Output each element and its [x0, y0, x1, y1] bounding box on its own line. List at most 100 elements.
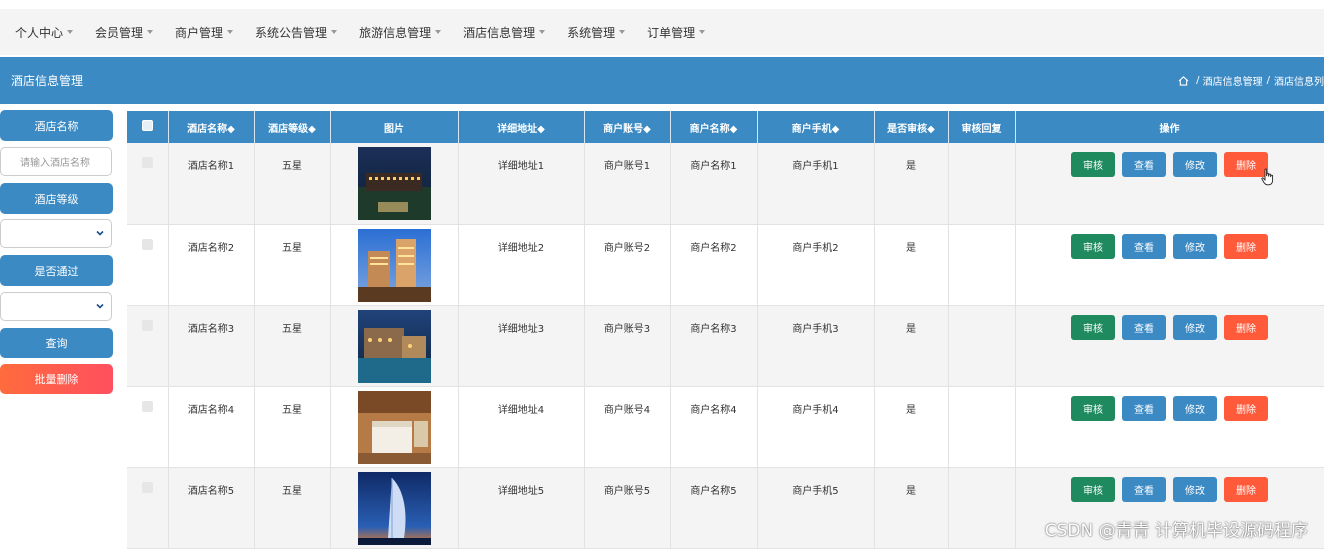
table-header-row: 酒店名称◆ 酒店等级◆ 图片 详细地址◆ 商户账号◆ 商户名称◆ 商户手机◆ 是…	[127, 111, 1324, 143]
batch-delete-button[interactable]: 批量删除	[0, 364, 113, 394]
row-checkbox[interactable]	[142, 482, 153, 493]
audit-button[interactable]: 审核	[1071, 152, 1115, 177]
image-cell	[330, 143, 458, 224]
select-all-cell	[127, 111, 168, 143]
edit-button[interactable]: 修改	[1173, 315, 1217, 340]
hotel-name-input[interactable]: 请输入酒店名称	[0, 147, 112, 176]
nav-item-personal-center[interactable]: 个人中心	[15, 24, 73, 41]
breadcrumb-item[interactable]: 酒店信息管理	[1203, 73, 1263, 88]
row-actions: 审核查看修改删除	[1016, 477, 1324, 502]
delete-button[interactable]: 删除	[1224, 315, 1268, 340]
nav-item-system-management[interactable]: 系统管理	[567, 24, 625, 41]
column-header[interactable]: 酒店等级◆	[254, 111, 330, 143]
nav-item-label: 旅游信息管理	[359, 24, 431, 41]
hotel-level-select[interactable]	[0, 219, 112, 248]
actions-cell: 审核查看修改删除	[1015, 305, 1324, 386]
caret-down-icon	[67, 30, 73, 34]
nav-item-announcement-management[interactable]: 系统公告管理	[255, 24, 337, 41]
column-header[interactable]: 详细地址◆	[458, 111, 584, 143]
hotel-thumbnail[interactable]	[358, 229, 431, 302]
edit-button[interactable]: 修改	[1173, 234, 1217, 259]
address-cell: 详细地址3	[458, 305, 584, 386]
row-actions: 审核查看修改删除	[1016, 396, 1324, 421]
select-all-checkbox[interactable]	[142, 120, 153, 131]
audit-button[interactable]: 审核	[1071, 315, 1115, 340]
breadcrumb-sep: /	[1193, 75, 1203, 86]
view-button[interactable]: 查看	[1122, 152, 1166, 177]
table-row: 酒店名称4五星详细地址4商户账号4商户名称4商户手机4是审核查看修改删除	[127, 386, 1324, 467]
row-actions: 审核查看修改删除	[1016, 234, 1324, 259]
view-button[interactable]: 查看	[1122, 315, 1166, 340]
edit-button[interactable]: 修改	[1173, 396, 1217, 421]
hotel-name-cell: 酒店名称4	[168, 386, 254, 467]
view-button[interactable]: 查看	[1122, 477, 1166, 502]
breadcrumb-item[interactable]: 酒店信息列	[1274, 73, 1324, 88]
audited-cell: 是	[874, 224, 948, 305]
image-cell	[330, 224, 458, 305]
hotel-thumbnail[interactable]	[358, 310, 431, 383]
view-button[interactable]: 查看	[1122, 234, 1166, 259]
table-row: 酒店名称2五星详细地址2商户账号2商户名称2商户手机2是审核查看修改删除	[127, 224, 1324, 305]
hotel-thumbnail[interactable]	[358, 472, 431, 545]
merchant-account-cell: 商户账号4	[584, 386, 670, 467]
column-header[interactable]: 商户手机◆	[757, 111, 874, 143]
row-select-cell	[127, 305, 168, 386]
merchant-account-cell: 商户账号1	[584, 143, 670, 224]
caret-down-icon	[435, 30, 441, 34]
hotel-name-cell: 酒店名称3	[168, 305, 254, 386]
column-header[interactable]: 酒店名称◆	[168, 111, 254, 143]
table-row: 酒店名称3五星详细地址3商户账号3商户名称3商户手机3是审核查看修改删除	[127, 305, 1324, 386]
hotel-name-cell: 酒店名称5	[168, 467, 254, 548]
nav-item-travel-management[interactable]: 旅游信息管理	[359, 24, 441, 41]
watermark: CSDN @青青 计算机毕设源码程序	[1045, 516, 1308, 541]
merchant-account-cell: 商户账号5	[584, 467, 670, 548]
page-title: 酒店信息管理	[11, 72, 83, 89]
passed-select[interactable]	[0, 292, 112, 321]
nav-item-label: 会员管理	[95, 24, 143, 41]
audit-button[interactable]: 审核	[1071, 396, 1115, 421]
query-button[interactable]: 查询	[0, 328, 113, 358]
row-checkbox[interactable]	[142, 401, 153, 412]
row-select-cell	[127, 143, 168, 224]
caret-down-icon	[227, 30, 233, 34]
row-checkbox[interactable]	[142, 239, 153, 250]
nav-item-label: 商户管理	[175, 24, 223, 41]
view-button[interactable]: 查看	[1122, 396, 1166, 421]
merchant-name-cell: 商户名称4	[670, 386, 757, 467]
nav-item-order-management[interactable]: 订单管理	[647, 24, 705, 41]
audit-reply-cell	[948, 224, 1015, 305]
edit-button[interactable]: 修改	[1173, 477, 1217, 502]
audit-button[interactable]: 审核	[1071, 234, 1115, 259]
top-nav: 个人中心 会员管理 商户管理 系统公告管理 旅游信息管理 酒店信息管理 系统管理…	[0, 9, 1324, 55]
hand-cursor-icon	[1261, 168, 1275, 186]
column-header[interactable]: 商户账号◆	[584, 111, 670, 143]
nav-item-member-management[interactable]: 会员管理	[95, 24, 153, 41]
row-checkbox[interactable]	[142, 320, 153, 331]
hotel-name-cell: 酒店名称2	[168, 224, 254, 305]
column-header[interactable]: 是否审核◆	[874, 111, 948, 143]
audit-button[interactable]: 审核	[1071, 477, 1115, 502]
hotel-thumbnail[interactable]	[358, 391, 431, 464]
audited-cell: 是	[874, 305, 948, 386]
hotel-thumbnail[interactable]	[358, 147, 431, 220]
nav-item-hotel-management[interactable]: 酒店信息管理	[463, 24, 545, 41]
table-row: 酒店名称1五星详细地址1商户账号1商户名称1商户手机1是审核查看修改删除	[127, 143, 1324, 224]
nav-item-merchant-management[interactable]: 商户管理	[175, 24, 233, 41]
row-checkbox[interactable]	[142, 157, 153, 168]
delete-button[interactable]: 删除	[1224, 477, 1268, 502]
edit-button[interactable]: 修改	[1173, 152, 1217, 177]
image-cell	[330, 467, 458, 548]
column-header: 操作	[1015, 111, 1324, 143]
merchant-phone-cell: 商户手机3	[757, 305, 874, 386]
nav-item-label: 系统公告管理	[255, 24, 327, 41]
hotel-level-cell: 五星	[254, 305, 330, 386]
audit-reply-cell	[948, 143, 1015, 224]
image-cell	[330, 305, 458, 386]
breadcrumb: / 酒店信息管理 / 酒店信息列	[1178, 73, 1324, 88]
chevron-down-icon	[95, 228, 105, 238]
delete-button[interactable]: 删除	[1224, 234, 1268, 259]
home-icon[interactable]	[1178, 76, 1189, 86]
column-header[interactable]: 商户名称◆	[670, 111, 757, 143]
delete-button[interactable]: 删除	[1224, 396, 1268, 421]
merchant-phone-cell: 商户手机4	[757, 386, 874, 467]
